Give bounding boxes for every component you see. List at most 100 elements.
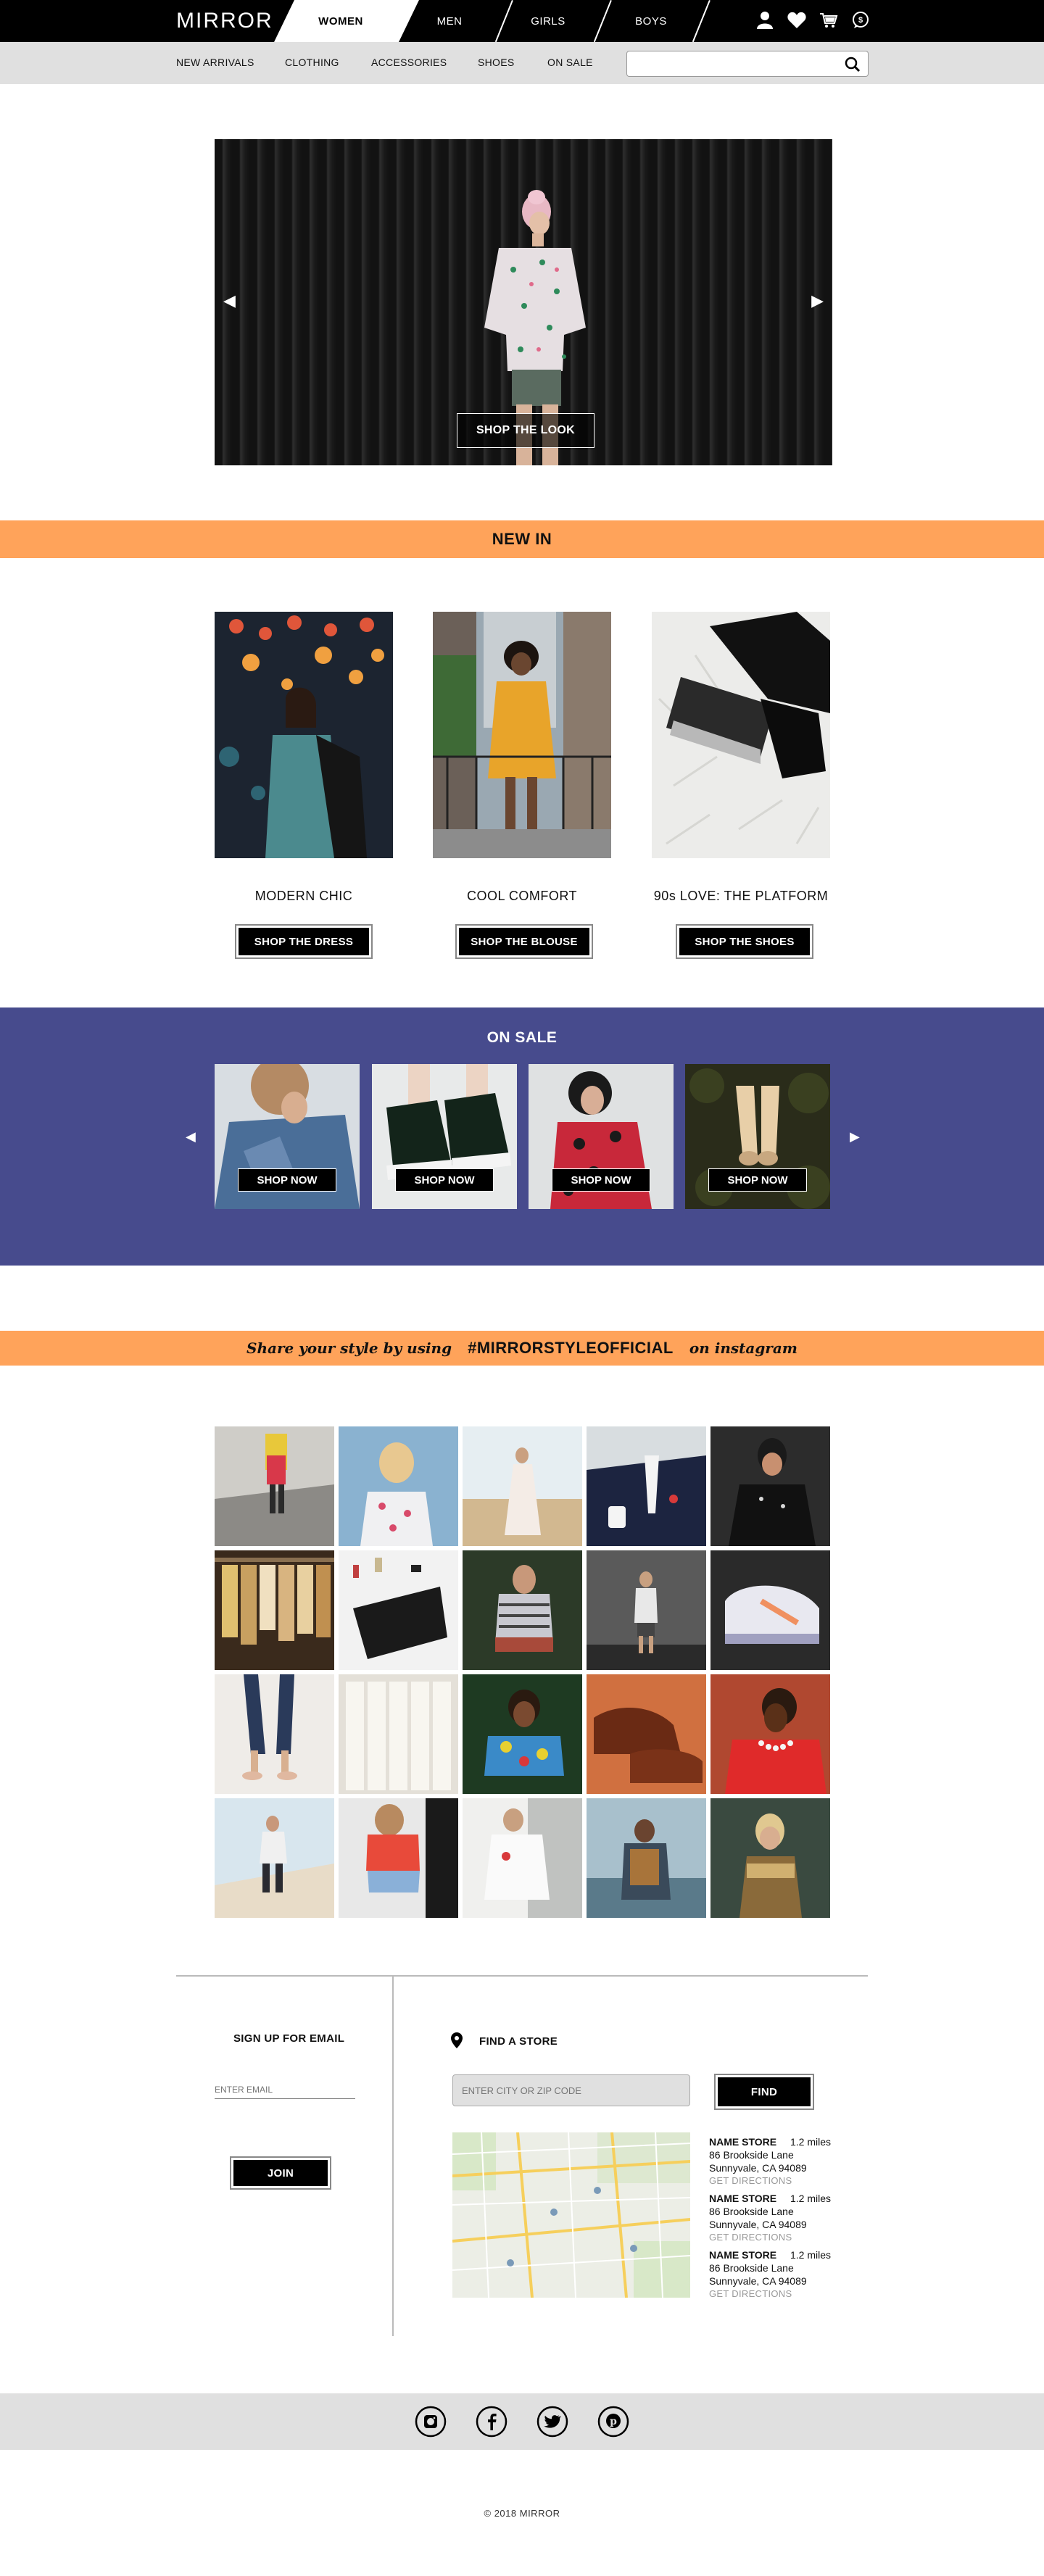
subnav-clothing[interactable]: CLOTHING — [285, 57, 339, 68]
on-sale-section: ON SALE ◀ ▶ SHOP NOW SHOP NOW SHOP NOW S… — [0, 1007, 1044, 1266]
sale-shop-now-button[interactable]: SHOP NOW — [552, 1168, 650, 1192]
shop-the-look-button[interactable]: SHOP THE LOOK — [457, 413, 594, 448]
sale-prev-arrow[interactable]: ◀ — [186, 1129, 196, 1144]
chat-icon[interactable]: $ — [851, 10, 870, 30]
instagram-hashtag[interactable]: #MIRRORSTYLEOFFICIAL — [468, 1339, 674, 1358]
shop-the-shoes-button[interactable]: SHOP THE SHOES — [679, 928, 810, 955]
search-icon[interactable] — [845, 57, 861, 76]
svg-text:$: $ — [858, 16, 863, 25]
footer-column-divider — [392, 1977, 394, 2336]
store-listing: NAME STORE 1.2 miles 86 Brookside Lane S… — [709, 2135, 831, 2187]
search-box — [626, 51, 869, 77]
instagram-photo[interactable] — [463, 1550, 582, 1670]
store-distance: 1.2 miles — [790, 2249, 832, 2261]
instagram-photo[interactable] — [339, 1426, 458, 1546]
shop-the-dress-button[interactable]: SHOP THE DRESS — [239, 928, 369, 955]
store-address-line1: 86 Brookside Lane — [709, 2149, 794, 2161]
instagram-photo[interactable] — [587, 1674, 706, 1794]
twitter-icon[interactable] — [536, 2406, 568, 2438]
instagram-photo[interactable] — [710, 1550, 830, 1670]
store-address-line2: Sunnyvale, CA 94089 — [709, 2275, 807, 2287]
cart-icon[interactable] — [819, 10, 838, 30]
account-icons: $ — [755, 10, 870, 30]
category-navigation: NEW ARRIVALS CLOTHING ACCESSORIES SHOES … — [0, 42, 1044, 84]
instagram-suffix: on instagram — [689, 1339, 798, 1357]
get-directions-link[interactable]: GET DIRECTIONS — [709, 2174, 807, 2187]
instagram-photo[interactable] — [710, 1426, 830, 1546]
tab-girls[interactable]: GIRLS — [505, 0, 592, 42]
get-directions-link[interactable]: GET DIRECTIONS — [709, 2231, 807, 2244]
new-in-image-cool-comfort[interactable] — [433, 612, 611, 858]
subnav-shoes[interactable]: SHOES — [478, 57, 515, 68]
pinterest-icon[interactable]: p — [597, 2406, 629, 2438]
new-in-name-cool-comfort: COOL COMFORT — [466, 889, 577, 903]
signup-title: SIGN UP FOR EMAIL — [233, 2032, 345, 2045]
instagram-photo[interactable] — [339, 1798, 458, 1918]
store-distance: 1.2 miles — [790, 2193, 832, 2204]
instagram-photo[interactable] — [710, 1798, 830, 1918]
on-sale-title: ON SALE — [486, 1029, 558, 1046]
instagram-photo[interactable] — [215, 1798, 334, 1918]
sale-card[interactable]: SHOP NOW — [372, 1064, 517, 1209]
hero-next-arrow[interactable]: ▶ — [811, 291, 824, 310]
instagram-photo[interactable] — [215, 1426, 334, 1546]
email-field[interactable] — [215, 2080, 355, 2099]
new-in-name-modern-chic: MODERN CHIC — [254, 889, 353, 903]
social-bar: p — [0, 2393, 1044, 2450]
search-input[interactable] — [627, 51, 830, 76]
join-button[interactable]: JOIN — [233, 2160, 328, 2186]
sale-shop-now-button[interactable]: SHOP NOW — [395, 1168, 494, 1192]
new-in-banner: NEW IN — [0, 520, 1044, 558]
tab-men[interactable]: MEN — [406, 0, 493, 42]
instagram-photo[interactable] — [463, 1426, 582, 1546]
instagram-photo[interactable] — [215, 1674, 334, 1794]
instagram-icon[interactable] — [415, 2406, 447, 2438]
heart-icon[interactable] — [787, 10, 806, 30]
instagram-photo[interactable] — [339, 1550, 458, 1670]
subnav-new-arrivals[interactable]: NEW ARRIVALS — [176, 57, 254, 68]
instagram-photo[interactable] — [215, 1550, 334, 1670]
subnav-on-sale[interactable]: ON SALE — [547, 57, 593, 68]
store-map[interactable] — [452, 2132, 690, 2298]
zip-code-field[interactable] — [452, 2074, 690, 2106]
new-in-name-platform: 90s LOVE: THE PLATFORM — [653, 889, 829, 903]
sale-card[interactable]: SHOP NOW — [529, 1064, 674, 1209]
copyright-text: © 2018 MIRROR — [484, 2508, 560, 2519]
instagram-photo[interactable] — [587, 1798, 706, 1918]
store-listing: NAME STORE 1.2 miles 86 Brookside Lane S… — [709, 2248, 831, 2301]
new-in-image-platform-shoes[interactable] — [652, 612, 830, 858]
sale-card[interactable]: SHOP NOW — [685, 1064, 830, 1209]
tab-women[interactable]: WOMEN — [290, 0, 392, 42]
shop-the-blouse-button[interactable]: SHOP THE BLOUSE — [459, 928, 589, 955]
store-address-line1: 86 Brookside Lane — [709, 2262, 794, 2274]
brand-logo[interactable]: MIRROR — [176, 9, 273, 33]
find-button[interactable]: FIND — [718, 2077, 811, 2106]
sale-shop-now-button[interactable]: SHOP NOW — [708, 1168, 807, 1192]
store-address-line2: Sunnyvale, CA 94089 — [709, 2162, 807, 2174]
store-address-line2: Sunnyvale, CA 94089 — [709, 2219, 807, 2230]
instagram-photo[interactable] — [463, 1674, 582, 1794]
sale-next-arrow[interactable]: ▶ — [850, 1129, 860, 1144]
instagram-photo[interactable] — [710, 1674, 830, 1794]
top-navigation-bar: MIRROR WOMEN MEN GIRLS BOYS $ — [0, 0, 1044, 43]
find-a-store-title: FIND A STORE — [479, 2035, 558, 2048]
instagram-photo[interactable] — [587, 1426, 706, 1546]
instagram-photo[interactable] — [463, 1798, 582, 1918]
instagram-photo[interactable] — [587, 1550, 706, 1670]
subnav-accessories[interactable]: ACCESSORIES — [371, 57, 447, 68]
sale-shop-now-button[interactable]: SHOP NOW — [238, 1168, 336, 1192]
facebook-icon[interactable] — [476, 2406, 508, 2438]
hero-carousel: ◀ ▶ SHOP THE LOOK — [215, 139, 832, 465]
store-distance: 1.2 miles — [790, 2136, 832, 2148]
footer-divider — [176, 1975, 868, 1977]
hero-prev-arrow[interactable]: ◀ — [223, 291, 236, 310]
instagram-photo-grid — [215, 1426, 832, 1919]
store-address-line1: 86 Brookside Lane — [709, 2206, 794, 2217]
tab-divider — [692, 0, 710, 43]
tab-boys[interactable]: BOYS — [608, 0, 695, 42]
get-directions-link[interactable]: GET DIRECTIONS — [709, 2288, 807, 2301]
user-icon[interactable] — [755, 10, 774, 30]
sale-card[interactable]: SHOP NOW — [215, 1064, 360, 1209]
new-in-image-modern-chic[interactable] — [215, 612, 393, 858]
instagram-photo[interactable] — [339, 1674, 458, 1794]
